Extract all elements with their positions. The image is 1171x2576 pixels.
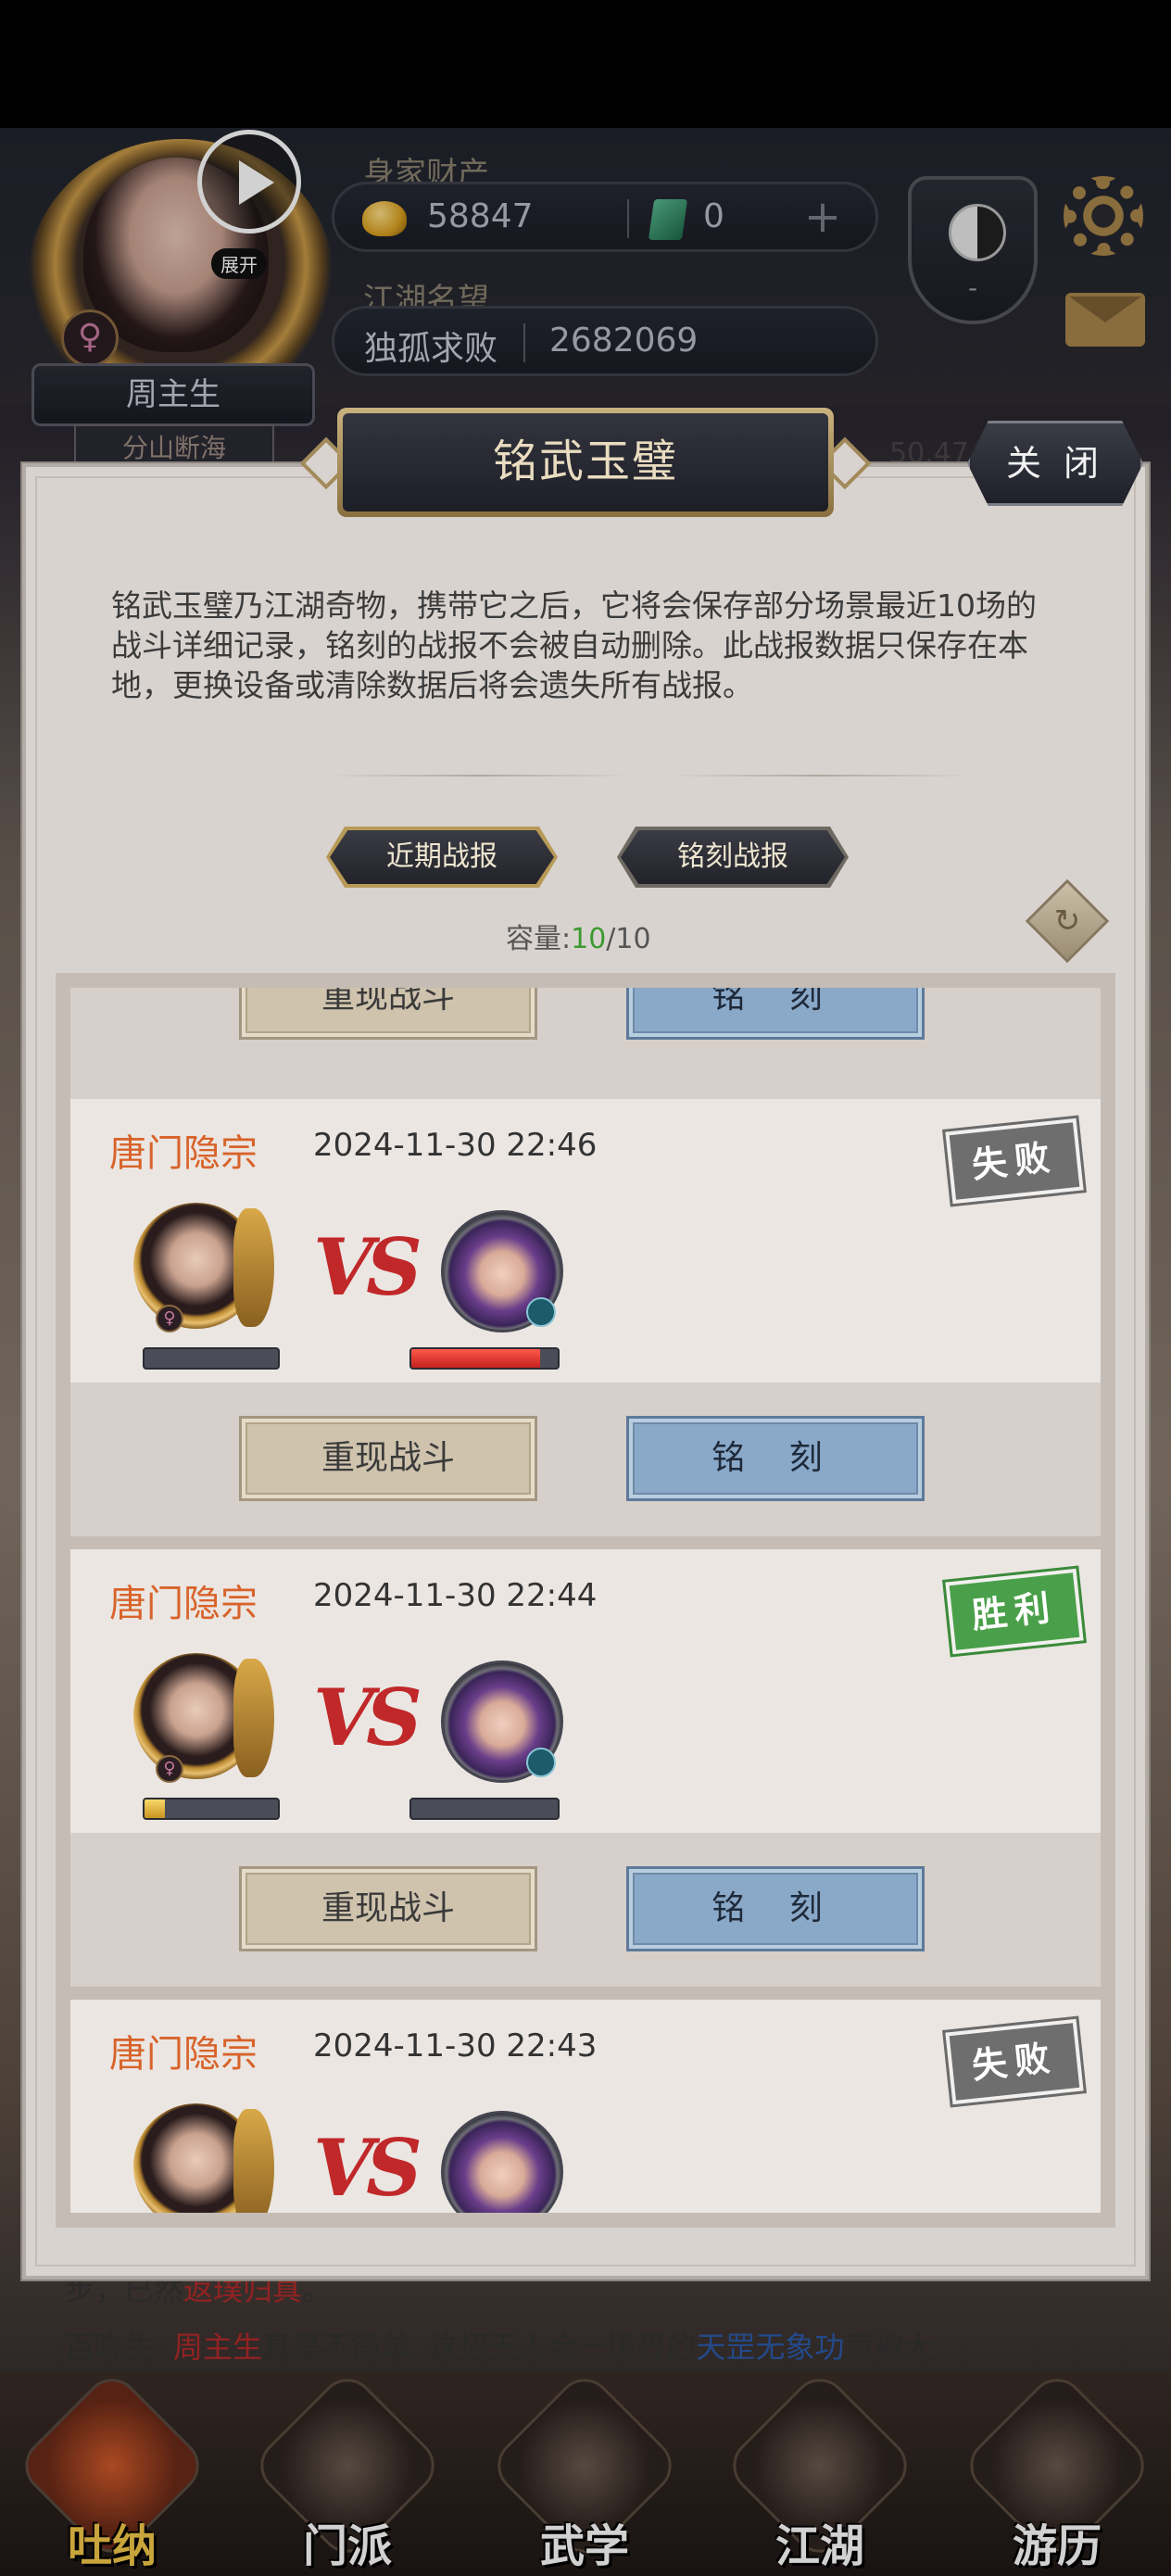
battle-time: 2024-11-30 22:44 (313, 1577, 598, 1614)
vs-label: VS (313, 1672, 422, 1763)
vs-label: VS (313, 1221, 422, 1313)
card-summary: 唐门隐宗 2024-11-30 22:44 胜利 ♀ VS (70, 1549, 1101, 1833)
result-stamp: 失败 (942, 2015, 1087, 2108)
capacity-used: 10 (571, 923, 607, 955)
divider-ornament (667, 769, 973, 782)
female-gender-icon: ♀ (156, 1755, 183, 1783)
battle-card: 唐门隐宗 2024-11-30 22:44 胜利 ♀ VS 重现战斗 铭 刻 (70, 1549, 1101, 1987)
opponent-sect: 唐门隐宗 (109, 2033, 258, 2076)
opponent-hp-bar (409, 1347, 560, 1370)
battle-card: 唐门隐宗 2024-11-30 22:46 失败 ♀ VS 重现战斗 铭 刻 (70, 1099, 1101, 1536)
tab-engraved-reports[interactable]: 铭刻战报 (617, 827, 849, 888)
result-stamp: 失败 (942, 1115, 1087, 1207)
result-stamp: 胜利 (942, 1565, 1087, 1658)
modal-description: 铭武玉璧乃江湖奇物，携带它之后，它将会保存部分场景最近10场的战斗详细记录，铭刻… (111, 587, 1037, 703)
opponent-sect: 唐门隐宗 (109, 1583, 258, 1625)
engrave-button[interactable]: 铭 刻 (626, 1866, 925, 1951)
replay-battle-button[interactable]: 重现战斗 (239, 1416, 537, 1501)
battle-time: 2024-11-30 22:43 (313, 2027, 598, 2065)
opponent-hp-bar (409, 1798, 560, 1820)
dragon-frame-icon (233, 1659, 274, 1777)
player-hp-bar (143, 1347, 280, 1370)
battle-list[interactable]: 重现战斗 铭 刻 唐门隐宗 2024-11-30 22:46 失败 ♀ VS 重… (56, 973, 1115, 2228)
female-gender-icon: ♀ (156, 1305, 183, 1332)
hp-fill (145, 1799, 165, 1818)
opponent-sect: 唐门隐宗 (109, 1132, 258, 1175)
replay-battle-button[interactable]: 重现战斗 (239, 1866, 537, 1951)
opponent-portrait (441, 2111, 563, 2213)
capacity-label: 容量: (506, 923, 572, 955)
modal-title: 铭武玉璧 (343, 413, 828, 511)
engrave-button[interactable]: 铭 刻 (626, 1416, 925, 1501)
refresh-icon: ↻ (1053, 903, 1081, 940)
hp-fill (411, 1349, 541, 1368)
capacity-indicator: 容量:10/10 (506, 915, 651, 956)
card-actions: 重现战斗 铭 刻 (70, 1383, 1101, 1536)
divider-ornament (326, 769, 632, 782)
dragon-frame-icon (233, 2109, 274, 2213)
replay-battle-button[interactable]: 重现战斗 (239, 988, 537, 1040)
card-actions: 重现战斗 铭 刻 (70, 1833, 1101, 1987)
dragon-frame-icon (233, 1208, 274, 1327)
battle-list-scroll[interactable]: 重现战斗 铭 刻 唐门隐宗 2024-11-30 22:46 失败 ♀ VS 重… (70, 988, 1101, 2213)
tab-label: 铭刻战报 (621, 830, 845, 884)
close-button[interactable]: 关 闭 (967, 421, 1143, 506)
battle-time: 2024-11-30 22:46 (313, 1127, 598, 1164)
battle-card: 唐门隐宗 2024-11-30 22:43 失败 VS (70, 2000, 1101, 2213)
card-summary: 唐门隐宗 2024-11-30 22:46 失败 ♀ VS (70, 1099, 1101, 1383)
card-summary: 唐门隐宗 2024-11-30 22:43 失败 VS (70, 2000, 1101, 2213)
tab-recent-reports[interactable]: 近期战报 (326, 827, 558, 888)
capacity-total: /10 (606, 923, 651, 955)
engrave-button[interactable]: 铭 刻 (626, 988, 925, 1040)
status-bar-area (0, 0, 1171, 128)
player-hp-bar (143, 1798, 280, 1820)
tab-label: 近期战报 (330, 830, 554, 884)
opponent-badge-icon (526, 1748, 556, 1777)
vs-label: VS (313, 2122, 422, 2213)
modal-title-plate: 铭武玉璧 (337, 408, 834, 517)
opponent-badge-icon (526, 1297, 556, 1327)
